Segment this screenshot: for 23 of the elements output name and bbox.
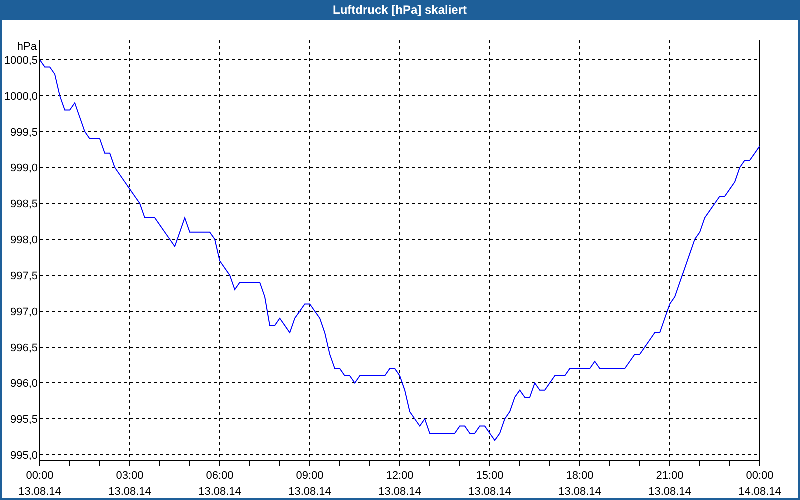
x-tick-label: 00:00 13.08.14 <box>18 470 62 498</box>
x-tick-label: 15:00 13.08.14 <box>468 470 512 498</box>
y-tick-label: 998,0 <box>10 234 38 247</box>
y-tick-label: 997,0 <box>10 306 38 318</box>
y-tick-label: 1000,0 <box>4 90 38 103</box>
x-tick-label: 12:00 13.08.14 <box>378 470 422 498</box>
x-tick-label: 06:00 13.08.14 <box>198 470 242 498</box>
y-tick-label: 999,5 <box>10 126 38 139</box>
y-tick-label: 995,5 <box>10 414 38 426</box>
x-tick-label: 00:00 14.08.14 <box>738 470 782 498</box>
chart-title: Luftdruck [hPa] skaliert <box>2 0 798 20</box>
y-axis-unit: hPa <box>17 41 37 53</box>
y-tick-label: 995,0 <box>10 450 38 462</box>
x-tick-label: 09:00 13.08.14 <box>288 470 332 498</box>
x-tick-label: 21:00 13.08.14 <box>648 470 692 498</box>
y-tick-label: 998,5 <box>10 198 38 211</box>
x-tick-label: 18:00 13.08.14 <box>558 470 602 498</box>
y-tick-label: 999,0 <box>10 162 38 175</box>
x-tick-label: 03:00 13.08.14 <box>108 470 152 498</box>
y-tick-label: 997,5 <box>10 270 38 282</box>
y-tick-label: 996,5 <box>10 342 38 354</box>
y-tick-label: 996,0 <box>10 378 38 390</box>
y-tick-label: 1000,5 <box>4 55 38 67</box>
